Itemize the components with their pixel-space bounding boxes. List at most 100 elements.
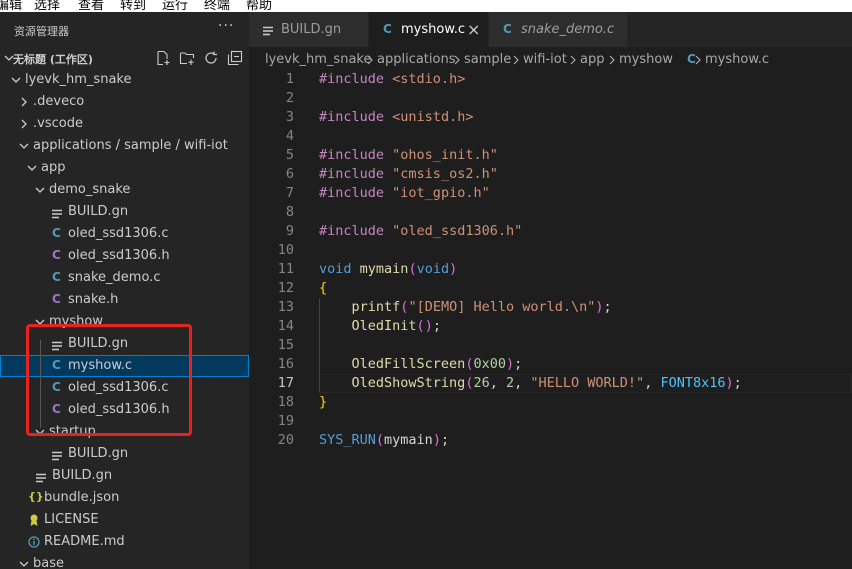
- line-number: 4: [285, 128, 294, 144]
- code-line[interactable]: 1 #include <stdio.h>: [249, 70, 852, 89]
- code-line[interactable]: 17 OledShowString(26, 2, "HELLO WORLD!",…: [249, 374, 852, 393]
- new-folder-icon[interactable]: [179, 50, 195, 70]
- line-number: 17: [277, 375, 294, 391]
- menu-item[interactable]: 查看: [78, 0, 104, 12]
- code-line[interactable]: 10: [249, 241, 852, 260]
- tree-item-label: app: [41, 160, 66, 175]
- tree-item-label: applications / sample / wifi-iot: [33, 138, 228, 153]
- breadcrumb-item[interactable]: sample: [464, 52, 511, 67]
- workspace-header[interactable]: 无标题 (工作区): [0, 47, 249, 69]
- chevron-right-icon: [453, 54, 461, 70]
- menu-item[interactable]: 选择: [34, 0, 60, 12]
- tree-file[interactable]: LICENSE: [0, 509, 249, 531]
- code-text: printf("[DEMO] Hello world.\n");: [351, 299, 612, 315]
- tree-folder[interactable]: .deveco: [0, 91, 249, 113]
- code-text: {: [319, 280, 328, 296]
- code-text: #include "ohos_init.h": [319, 147, 498, 163]
- breadcrumb: lyevk_hm_snake applications sample wifi-iot…: [249, 47, 852, 71]
- tree-item-label: BUILD.gn: [52, 468, 113, 483]
- tree-file[interactable]: BUILD.gn: [0, 465, 249, 487]
- tree-file[interactable]: {} bundle.json: [0, 487, 249, 509]
- breadcrumb-item[interactable]: wifi-iot: [523, 52, 567, 67]
- breadcrumb-item[interactable]: app: [580, 52, 604, 67]
- new-file-icon[interactable]: [155, 50, 171, 70]
- tree-folder[interactable]: app: [0, 157, 249, 179]
- chevron-right-icon: [19, 95, 29, 112]
- tree-item-label: .vscode: [33, 116, 83, 131]
- tree-item-label: snake_demo.c: [68, 270, 161, 285]
- code-line[interactable]: 18}: [249, 393, 852, 412]
- more-actions-icon[interactable]: ···: [218, 18, 234, 34]
- breadcrumb-item[interactable]: applications: [377, 52, 455, 67]
- tree-item-label: lyevk_hm_snake: [25, 72, 132, 87]
- menu-item[interactable]: 终端: [204, 0, 230, 12]
- code-line[interactable]: 12 {: [249, 279, 852, 298]
- code-line[interactable]: 5 #include "ohos_init.h": [249, 146, 852, 165]
- tree-item-label: README.md: [44, 534, 125, 549]
- tree-file[interactable]: BUILD.gn: [0, 443, 249, 465]
- c-file-icon: C: [687, 52, 696, 66]
- code-text: #include <stdio.h>: [319, 71, 466, 87]
- tree-folder[interactable]: demo_snake: [0, 179, 249, 201]
- json-file-icon: {}: [28, 490, 44, 503]
- explorer-title: 资源管理器: [14, 25, 69, 38]
- tree-item-label: base: [33, 556, 64, 569]
- line-number: 14: [277, 318, 294, 334]
- code-line[interactable]: 6 #include "cmsis_os2.h": [249, 165, 852, 184]
- code-line[interactable]: 19: [249, 412, 852, 431]
- code-line[interactable]: 9 #include "oled_ssd1306.h": [249, 222, 852, 241]
- line-number: 2: [285, 90, 294, 106]
- info-file-icon: [28, 536, 40, 551]
- tree-file[interactable]: Coled_ssd1306.h: [0, 245, 249, 267]
- code-line[interactable]: 2: [249, 89, 852, 108]
- tree-folder[interactable]: .vscode: [0, 113, 249, 135]
- tree-file[interactable]: BUILD.gn: [0, 201, 249, 223]
- code-line[interactable]: 14 OledInit();: [249, 317, 852, 336]
- breadcrumb-item[interactable]: myshow.c: [705, 52, 769, 67]
- c-file-icon: C: [383, 22, 392, 36]
- line-number: 18: [277, 394, 294, 410]
- tree-folder[interactable]: applications / sample / wifi-iot: [0, 135, 249, 157]
- close-icon[interactable]: ×: [467, 20, 480, 39]
- line-number: 9: [285, 223, 294, 239]
- breadcrumb-item[interactable]: lyevk_hm_snake: [265, 52, 371, 67]
- refresh-icon[interactable]: [203, 50, 219, 70]
- code-line[interactable]: 16 OledFillScreen(0x00);: [249, 355, 852, 374]
- tree-file[interactable]: Csnake.h: [0, 289, 249, 311]
- editor-tab[interactable]: BUILD.gn: [249, 12, 368, 47]
- lines-file-icon: [263, 25, 274, 39]
- collapse-all-icon[interactable]: [227, 50, 243, 70]
- code-line[interactable]: 20 SYS_RUN(mymain);: [249, 431, 852, 450]
- breadcrumb-item[interactable]: myshow: [619, 52, 673, 67]
- code-text: #include "iot_gpio.h": [319, 185, 490, 201]
- h-file-icon: C: [52, 248, 61, 262]
- menu-item[interactable]: 编辑: [0, 0, 22, 12]
- code-text: #include <unistd.h>: [319, 109, 474, 125]
- menu-item[interactable]: 运行: [162, 0, 188, 12]
- code-line[interactable]: 11 void mymain(void): [249, 260, 852, 279]
- tree-folder[interactable]: lyevk_hm_snake: [0, 69, 249, 91]
- code-editor[interactable]: 1 #include <stdio.h> 2 3 #include <unistd.h>…: [249, 71, 852, 569]
- h-file-icon: C: [52, 292, 61, 306]
- line-number: 12: [277, 280, 294, 296]
- code-line[interactable]: 7 #include "iot_gpio.h": [249, 184, 852, 203]
- code-line[interactable]: 13 printf("[DEMO] Hello world.\n");: [249, 298, 852, 317]
- explorer-header: 资源管理器 ···: [0, 12, 249, 47]
- tree-file[interactable]: Csnake_demo.c: [0, 267, 249, 289]
- menu-item[interactable]: 转到: [120, 0, 146, 12]
- line-number: 10: [277, 242, 294, 258]
- lines-file-icon: [52, 208, 63, 222]
- tree-item-label: BUILD.gn: [68, 446, 129, 461]
- tab-label: snake_demo.c: [521, 22, 615, 37]
- tree-folder[interactable]: base: [0, 553, 249, 569]
- menu-item[interactable]: 帮助: [246, 0, 272, 12]
- code-line[interactable]: 3 #include <unistd.h>: [249, 108, 852, 127]
- code-line[interactable]: 8: [249, 203, 852, 222]
- editor-tab[interactable]: Csnake_demo.c: [489, 12, 627, 47]
- editor-tab[interactable]: Cmyshow.c ×: [369, 12, 488, 47]
- tree-file[interactable]: Coled_ssd1306.c: [0, 223, 249, 245]
- tree-item-label: oled_ssd1306.c: [68, 226, 169, 241]
- code-line[interactable]: 4: [249, 127, 852, 146]
- tree-file[interactable]: README.md: [0, 531, 249, 553]
- code-line[interactable]: 15: [249, 336, 852, 355]
